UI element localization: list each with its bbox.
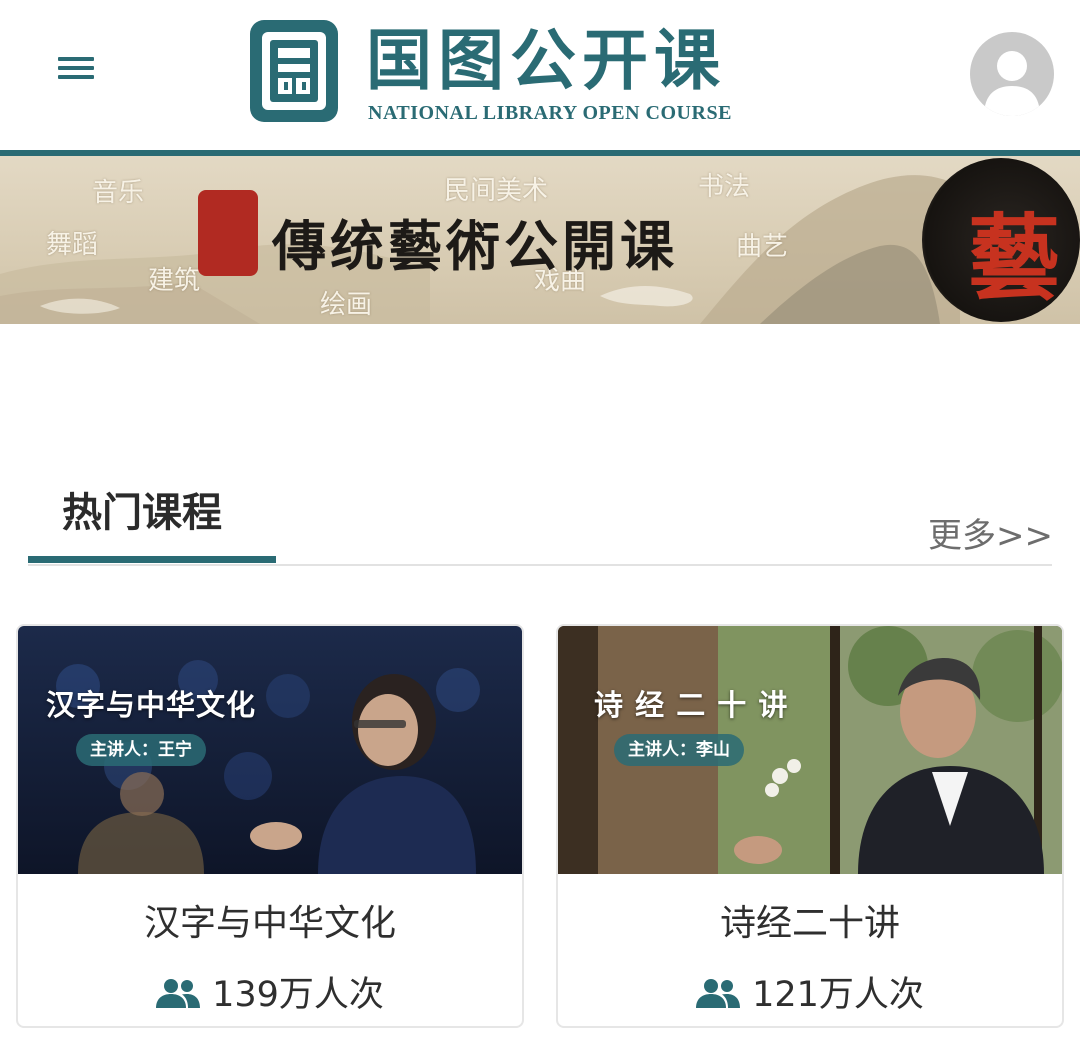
- view-count-value: 139万人次: [212, 975, 384, 1015]
- lecturer-badge: 主讲人：王宁: [76, 734, 206, 766]
- banner-word: 绘画: [320, 290, 373, 320]
- people-icon: [156, 979, 201, 1008]
- logo-title: 国图公开课: [366, 21, 726, 99]
- banner-word: 音乐: [92, 178, 145, 208]
- banner-word: 舞蹈: [46, 230, 99, 260]
- course-name: 汉字与中华文化: [143, 903, 396, 944]
- site-logo[interactable]: 国图公开课 NATIONAL LIBRARY OPEN COURSE: [248, 18, 738, 130]
- course-thumbnail: 诗 经 二 十 讲 主讲人：李山: [558, 626, 1062, 874]
- course-thumbnail: 汉字与中华文化 主讲人：王宁: [18, 626, 522, 874]
- course-card[interactable]: 诗 经 二 十 讲 主讲人：李山 诗经二十讲 121万人次: [556, 624, 1064, 1028]
- red-seal-stamp-icon: [198, 190, 258, 276]
- banner-word: 曲艺: [736, 232, 789, 262]
- library-seal-logo-icon: [250, 20, 338, 122]
- thumbnail-title: 汉字与中华文化: [46, 688, 257, 722]
- lecturer-badge: 主讲人：李山: [614, 734, 744, 766]
- calligraphy-glyph: 藝: [968, 204, 1061, 312]
- section-divider: [28, 564, 1052, 566]
- more-link[interactable]: 更多>>: [928, 508, 1053, 557]
- section-accent-bar: [28, 556, 276, 563]
- view-count: 139万人次: [18, 966, 522, 1017]
- course-card[interactable]: 汉字与中华文化 主讲人：王宁 汉字与中华文化 139万人次: [16, 624, 524, 1028]
- view-count-value: 121万人次: [752, 975, 924, 1015]
- user-silhouette-icon: [984, 51, 1040, 116]
- people-icon: [696, 979, 741, 1008]
- view-count: 121万人次: [558, 966, 1062, 1017]
- traditional-arts-banner[interactable]: 音乐 舞蹈 建筑 绘画 民间美术 戏曲 书法 曲艺 傳统藝術公開课 藝: [0, 156, 1080, 324]
- hamburger-menu-icon[interactable]: [58, 54, 98, 84]
- banner-word: 建筑: [148, 266, 201, 296]
- section-title: 热门课程: [62, 490, 222, 536]
- banner-title: 傳统藝術公開课: [272, 214, 678, 278]
- course-name: 诗经二十讲: [719, 903, 900, 944]
- user-avatar-icon[interactable]: [970, 32, 1054, 116]
- app-header: 国图公开课 NATIONAL LIBRARY OPEN COURSE: [0, 0, 1080, 152]
- banner-word: 书法: [698, 172, 751, 202]
- logo-subtitle: NATIONAL LIBRARY OPEN COURSE: [368, 102, 732, 124]
- thumbnail-title: 诗 经 二 十 讲: [594, 688, 789, 722]
